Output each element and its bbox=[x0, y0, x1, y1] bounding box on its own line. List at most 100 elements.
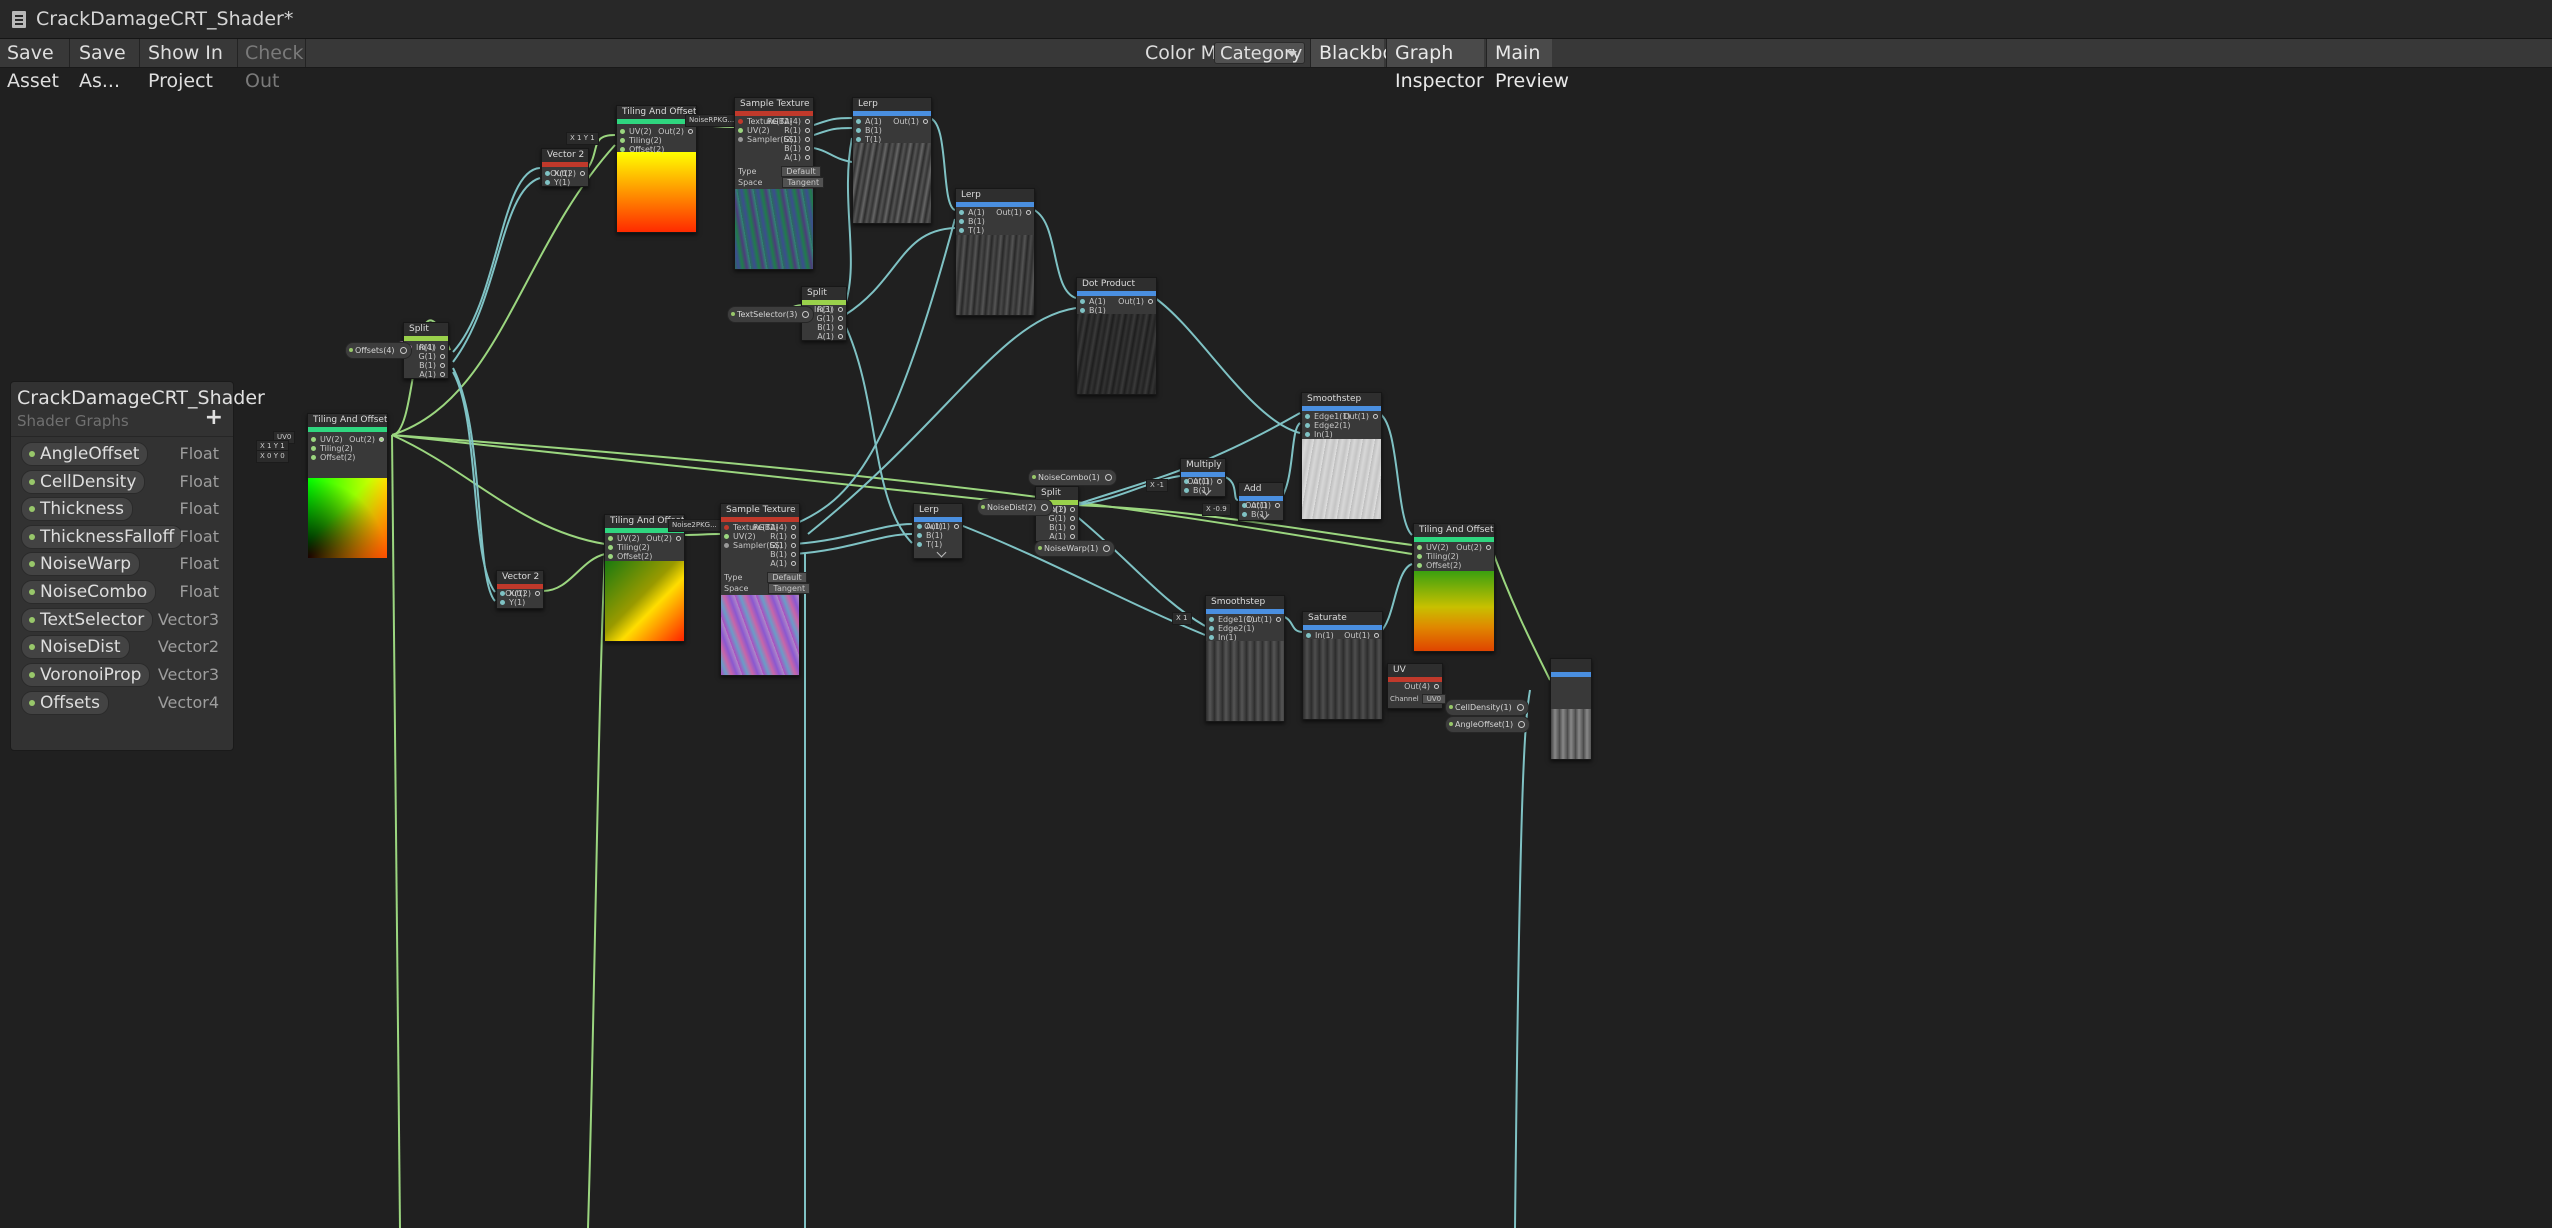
edge[interactable] bbox=[1514, 689, 1531, 1228]
cell-density-property-node[interactable]: CellDensity(1) bbox=[1445, 699, 1529, 716]
edge[interactable] bbox=[844, 324, 913, 544]
noise-combo-property-node[interactable]: NoiseCombo(1) bbox=[1028, 469, 1117, 486]
blackboard-toggle[interactable]: Blackboard bbox=[1310, 39, 1425, 67]
smoothstep-edge1-inline[interactable]: X 1 bbox=[1172, 612, 1192, 625]
output-port[interactable]: Out(1) bbox=[1343, 409, 1381, 424]
offsets-property-node[interactable]: Offsets(4) bbox=[345, 342, 412, 359]
edge[interactable] bbox=[391, 144, 616, 436]
blackboard-property-item[interactable]: VoronoiProp Vector3 bbox=[11, 663, 233, 689]
property-pill[interactable]: Thickness bbox=[21, 497, 134, 521]
property-pill[interactable]: CellDensity bbox=[21, 470, 146, 494]
main-preview-toggle[interactable]: Main Preview bbox=[1486, 39, 1569, 92]
output-port[interactable]: Out(2) bbox=[1456, 540, 1494, 555]
edge[interactable] bbox=[794, 533, 913, 555]
tiling-and-offset-node-3[interactable]: Tiling And Offset UV(2) Tiling(2) Offset… bbox=[604, 514, 685, 642]
edge[interactable] bbox=[1379, 563, 1413, 633]
text-selector-property-node[interactable]: TextSelector(3) bbox=[727, 306, 815, 323]
edge[interactable] bbox=[542, 553, 606, 592]
blackboard-property-item[interactable]: NoiseDist Vector2 bbox=[11, 635, 233, 661]
output-port[interactable]: Out(1) bbox=[996, 205, 1034, 220]
blackboard-property-item[interactable]: Thickness Float bbox=[11, 497, 233, 523]
graph-inspector-toggle[interactable]: Graph Inspector bbox=[1386, 39, 1484, 92]
property-pill[interactable]: NoiseDist bbox=[21, 635, 130, 659]
graph-canvas[interactable]: Tiling And Offset UV(2) Tiling(2) Offset… bbox=[0, 68, 2552, 1228]
noise-dist-property-node[interactable]: NoiseDist(2) bbox=[977, 499, 1054, 516]
angle-offset-property-node[interactable]: AngleOffset(1) bbox=[1445, 716, 1531, 733]
edge[interactable] bbox=[794, 523, 913, 545]
blackboard-property-item[interactable]: Offsets Vector4 bbox=[11, 691, 233, 717]
add-b-inline[interactable]: X -0.9 bbox=[1202, 503, 1231, 516]
output-port[interactable]: A(1) bbox=[770, 556, 799, 571]
tiling-and-offset-node-4[interactable]: Tiling And Offset UV(2) Tiling(2) Offset… bbox=[1413, 523, 1495, 652]
edge[interactable] bbox=[587, 553, 606, 1228]
uv-channel-option[interactable]: Channel UV0 bbox=[1390, 694, 1447, 704]
output-port[interactable]: Out(2) bbox=[646, 531, 684, 546]
tiling-inline-field[interactable]: X 1 Y 1 bbox=[566, 132, 599, 145]
save-as-button[interactable]: Save As... bbox=[72, 39, 140, 92]
save-asset-button[interactable]: Save Asset bbox=[0, 39, 70, 92]
blackboard-property-item[interactable]: CellDensity Float bbox=[11, 470, 233, 496]
texture-inline-field[interactable]: NoiseRPKG... bbox=[685, 114, 739, 127]
saturate-node[interactable]: Saturate In(1) Out(1) bbox=[1302, 611, 1383, 720]
edge[interactable] bbox=[844, 137, 853, 306]
blackboard-property-item[interactable]: AngleOffset Float bbox=[11, 442, 233, 468]
sample-texture-2d-node-2[interactable]: Sample Texture 2D Texture(T2) UV(2) Samp… bbox=[720, 503, 811, 676]
edge[interactable] bbox=[807, 146, 853, 163]
edge[interactable] bbox=[807, 127, 853, 138]
edge[interactable] bbox=[1154, 297, 1301, 434]
multiply-node[interactable]: Multiply A(1) B(1) Out(1) bbox=[1180, 458, 1226, 497]
vector2-node-2[interactable]: Vector 2 X(1) Y(1) Out(2) bbox=[496, 570, 544, 609]
add-node[interactable]: Add A(1) B(1) Out(1) bbox=[1238, 482, 1284, 521]
smoothstep-node-2[interactable]: Smoothstep Edge1(1) Edge2(1) In(1) Out(1… bbox=[1205, 595, 1285, 722]
output-port[interactable]: Out(2) bbox=[505, 586, 543, 601]
property-pill[interactable]: TextSelector bbox=[21, 608, 154, 632]
output-port[interactable]: Out(1) bbox=[1246, 612, 1284, 627]
edge[interactable] bbox=[1031, 208, 1077, 299]
add-property-button[interactable]: + bbox=[205, 405, 223, 430]
voronoi-node-partial[interactable] bbox=[1550, 658, 1592, 760]
edge[interactable] bbox=[391, 434, 401, 1228]
edge[interactable] bbox=[1377, 412, 1413, 536]
input-port[interactable]: Offset(2) bbox=[617, 142, 664, 157]
input-port[interactable]: Offset(2) bbox=[308, 450, 356, 465]
vector2-node-1[interactable]: Vector 2 X(1) Y(1) Out(2) bbox=[541, 148, 589, 187]
blackboard-property-item[interactable]: NoiseCombo Float bbox=[11, 580, 233, 606]
edge[interactable] bbox=[1074, 514, 1206, 627]
output-port[interactable]: Out(4) bbox=[1404, 679, 1442, 694]
edge[interactable] bbox=[391, 434, 1036, 506]
property-pill[interactable]: ThicknessFalloff bbox=[21, 525, 184, 549]
edge[interactable] bbox=[1489, 543, 1551, 681]
space-option[interactable]: Space Tangent bbox=[738, 177, 825, 188]
sample-texture-2d-node-1[interactable]: Sample Texture 2D Texture(T2) UV(2) Samp… bbox=[734, 97, 825, 270]
lerp-node-2[interactable]: Lerp A(1) B(1) T(1) Out(1) bbox=[955, 188, 1035, 316]
noise-warp-property-node[interactable]: NoiseWarp(1) bbox=[1034, 540, 1116, 557]
edge[interactable] bbox=[681, 533, 721, 536]
smoothstep-node-1[interactable]: Smoothstep Edge1(1) Edge2(1) In(1) Out(1… bbox=[1301, 392, 1382, 520]
uv-node[interactable]: UV Out(4) Channel UV0 bbox=[1387, 663, 1447, 709]
output-port[interactable]: A(1) bbox=[784, 150, 813, 165]
texture-inline-field[interactable]: Noise2PKG... bbox=[668, 519, 721, 532]
output-port[interactable]: A(1) bbox=[817, 329, 846, 344]
output-port[interactable]: A(1) bbox=[419, 367, 448, 382]
space-option[interactable]: Space Tangent bbox=[724, 583, 811, 594]
property-pill[interactable]: AngleOffset bbox=[21, 442, 149, 466]
property-pill[interactable]: VoronoiProp bbox=[21, 663, 151, 687]
multiply-a-inline[interactable]: X -1 bbox=[1146, 479, 1169, 492]
blackboard-panel[interactable]: CrackDamageCRT_Shader Shader Graphs + An… bbox=[10, 381, 265, 751]
property-pill[interactable]: NoiseCombo bbox=[21, 580, 157, 604]
blackboard-property-item[interactable]: NoiseWarp Float bbox=[11, 552, 233, 578]
edge[interactable] bbox=[844, 227, 956, 316]
edge[interactable] bbox=[927, 117, 956, 211]
output-port[interactable]: Out(2) bbox=[550, 166, 588, 181]
output-port[interactable]: Out(1) bbox=[924, 519, 962, 534]
show-in-project-button[interactable]: Show In Project bbox=[141, 39, 238, 92]
edge[interactable] bbox=[1281, 615, 1304, 633]
edge[interactable] bbox=[452, 371, 496, 593]
dot-product-node[interactable]: Dot Product A(1) B(1) Out(1) bbox=[1076, 277, 1157, 395]
output-port[interactable]: Out(2) bbox=[335, 432, 387, 447]
edge[interactable] bbox=[391, 434, 606, 545]
edge[interactable] bbox=[807, 117, 853, 128]
lerp-node-1[interactable]: Lerp A(1) B(1) T(1) Out(1) bbox=[852, 97, 932, 224]
property-pill[interactable]: Offsets bbox=[21, 691, 109, 715]
type-option[interactable]: Type Default bbox=[724, 572, 807, 583]
